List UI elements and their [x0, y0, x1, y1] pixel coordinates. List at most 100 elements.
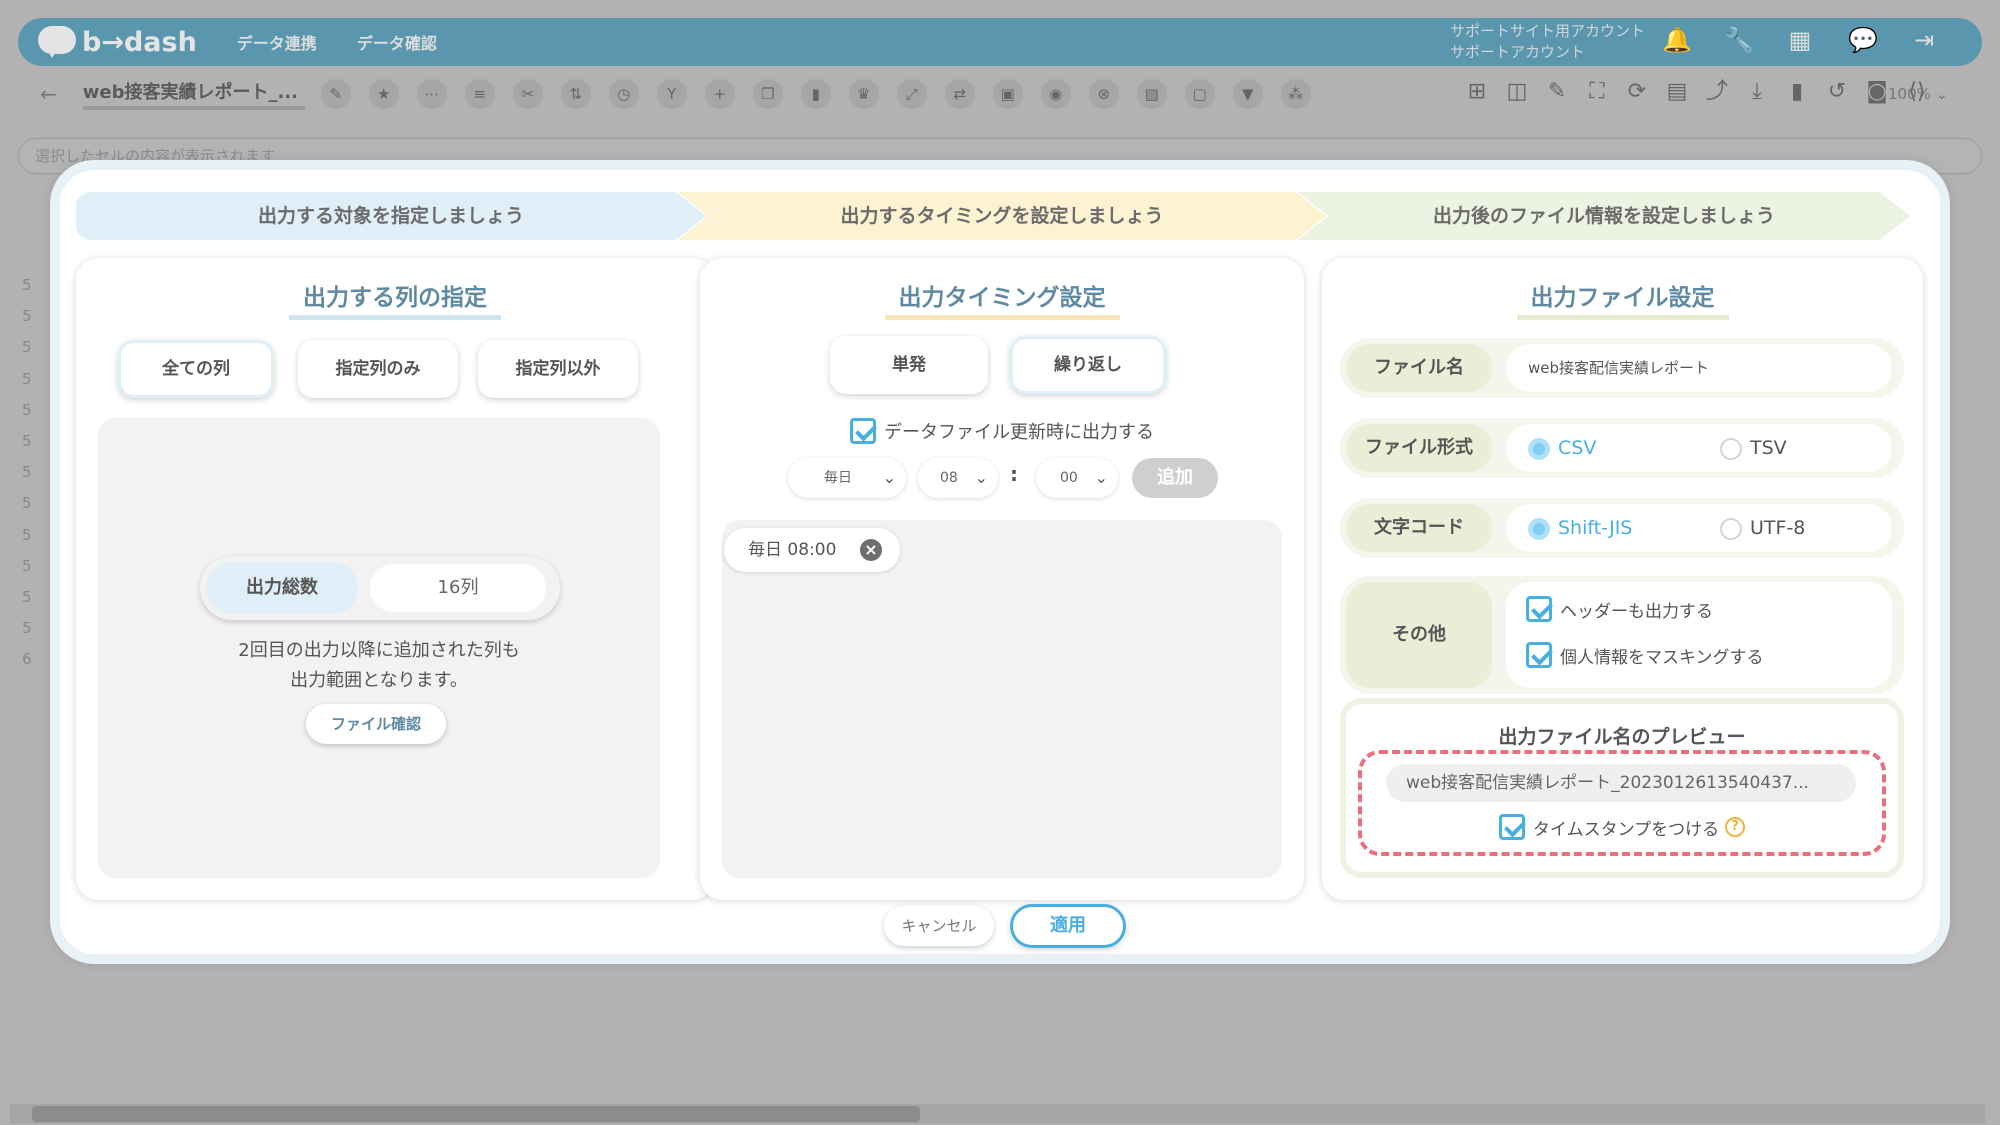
update-trigger-checkbox[interactable] — [850, 418, 876, 444]
header-output-option[interactable]: ヘッダーも出力する — [1526, 596, 1713, 622]
help-icon[interactable]: ? — [1725, 817, 1746, 837]
document-title[interactable]: web接客実績レポート_... — [82, 78, 305, 110]
radio-dot-icon — [1528, 517, 1550, 540]
crown-icon[interactable]: ♛ — [848, 79, 879, 109]
bag-icon[interactable]: ◉ — [1040, 79, 1071, 109]
row-number: 6 — [22, 650, 32, 669]
note-edit-icon[interactable]: ✎ — [1544, 78, 1570, 106]
scrollbar-thumb[interactable] — [32, 1106, 920, 1122]
repeat-button[interactable]: 繰り返し — [1010, 336, 1166, 394]
copy-icon[interactable]: ❐ — [752, 79, 783, 109]
schedule-list — [722, 520, 1282, 878]
encoding-utf8-label: UTF-8 — [1750, 517, 1806, 539]
format-tsv-radio[interactable]: TSV — [1720, 424, 1787, 472]
clipboard-icon[interactable]: ▤ — [1664, 78, 1690, 106]
list-icon[interactable]: ≡ — [464, 79, 495, 109]
preview-filename: web接客配信実績レポート_2023012613540437... — [1386, 764, 1856, 802]
grid-icon[interactable]: ⊞ — [1464, 78, 1490, 106]
cancel-button[interactable]: キャンセル — [884, 906, 994, 946]
header-output-checkbox[interactable] — [1526, 596, 1552, 622]
logout-icon[interactable]: ⇥ — [1910, 26, 1938, 54]
row-number: 5 — [22, 619, 32, 638]
refresh-icon[interactable]: ⟳ — [1624, 78, 1650, 106]
chevron-down-icon: ⌄ — [974, 468, 988, 487]
hour-value: 08 — [940, 470, 958, 486]
zoom-select[interactable]: 100% ⌄ — [1872, 80, 1984, 108]
columns-summary-area: 出力総数 16列 2回目の出力以降に追加された列も 出力範囲となります。 ファイ… — [98, 418, 660, 878]
download-icon[interactable]: ⤓ — [1744, 78, 1770, 106]
columns-note: 2回目の出力以降に追加された列も 出力範囲となります。 — [98, 636, 660, 696]
selected-columns-button[interactable]: 指定列のみ — [298, 340, 458, 398]
plus-icon[interactable]: + — [704, 79, 735, 109]
masking-checkbox[interactable] — [1526, 642, 1552, 668]
remove-schedule-icon[interactable]: × — [860, 539, 882, 561]
split-icon[interactable]: ◫ — [1504, 78, 1530, 106]
tools-icon[interactable]: ✂ — [512, 79, 543, 109]
branch-icon[interactable]: Y — [656, 79, 687, 109]
chat-support-icon[interactable]: 💬 — [1848, 26, 1878, 54]
file-settings-panel: 出力ファイル設定 ファイル名 web接客配信実績レポート ファイル形式 CSV … — [1322, 258, 1923, 900]
history-icon[interactable]: ↺ — [1824, 78, 1850, 106]
schedule-chip: 毎日 08:00 × — [724, 528, 900, 572]
frequency-select[interactable]: 毎日 ⌄ — [788, 458, 906, 498]
hour-select[interactable]: 08 ⌄ — [918, 458, 998, 498]
share-icon[interactable]: ⤴ — [1704, 78, 1730, 106]
timing-panel-title: 出力タイミング設定 — [700, 278, 1304, 320]
timer-icon[interactable]: ◷ — [608, 79, 639, 109]
encoding-utf8-radio[interactable]: UTF-8 — [1720, 504, 1805, 552]
delete-icon[interactable]: ▮ — [800, 79, 831, 109]
group-icon[interactable]: ⁂ — [1280, 79, 1311, 109]
edit-pencil-icon[interactable]: ✎ — [320, 79, 351, 109]
transform-icon[interactable]: ⇅ — [560, 79, 591, 109]
back-arrow-icon[interactable]: ← — [40, 82, 57, 106]
minute-select[interactable]: 00 ⌄ — [1036, 458, 1118, 498]
row-number: 5 — [22, 400, 32, 419]
bell-icon[interactable]: 🔔 — [1662, 26, 1692, 54]
apps-grid-icon[interactable]: ▦ — [1786, 26, 1814, 54]
expand-icon[interactable]: ⤢ — [896, 79, 927, 109]
file-check-button[interactable]: ファイル確認 — [306, 704, 446, 744]
step-2-timing: 出力するタイミングを設定しましょう — [678, 192, 1326, 240]
add-schedule-button[interactable]: 追加 — [1132, 458, 1218, 498]
filter-icon[interactable]: ▼ — [1232, 79, 1263, 109]
row-number: 5 — [22, 588, 32, 607]
swap-icon[interactable]: ⇄ — [944, 79, 975, 109]
image-icon[interactable]: ▧ — [1136, 79, 1167, 109]
more-icon[interactable]: ⋯ — [416, 79, 447, 109]
format-csv-radio[interactable]: CSV — [1528, 424, 1596, 472]
step-3-file-info: 出力後のファイル情報を設定しましょう — [1298, 192, 1910, 240]
close-circle-icon[interactable]: ⊗ — [1088, 79, 1119, 109]
file-panel-title: 出力ファイル設定 — [1322, 278, 1923, 320]
nav-data-integration[interactable]: データ連携 — [237, 30, 317, 54]
trash-icon[interactable]: ▮ — [1784, 78, 1810, 106]
one-time-button[interactable]: 単発 — [830, 336, 988, 394]
update-trigger-option[interactable]: データファイル更新時に出力する — [700, 418, 1304, 444]
masking-label: 個人情報をマスキングする — [1560, 647, 1764, 668]
chevron-down-icon: ⌄ — [1094, 468, 1108, 487]
timestamp-option[interactable]: タイムスタンプをつける? — [1362, 814, 1882, 840]
exclude-columns-button[interactable]: 指定列以外 — [478, 340, 638, 398]
masking-option[interactable]: 個人情報をマスキングする — [1526, 642, 1764, 668]
lock-icon[interactable]: ▣ — [992, 79, 1023, 109]
chevron-down-icon: ⌄ — [882, 468, 896, 487]
brand-logo[interactable]: b→dash — [38, 26, 197, 58]
row-number: 5 — [22, 556, 32, 575]
apply-button[interactable]: 適用 — [1010, 904, 1126, 948]
output-count-value: 16列 — [370, 564, 546, 612]
nav-data-check[interactable]: データ確認 — [357, 30, 437, 54]
encoding-sjis-radio[interactable]: Shift-JIS — [1528, 504, 1632, 552]
timestamp-checkbox[interactable] — [1498, 814, 1525, 840]
all-columns-button[interactable]: 全ての列 — [118, 340, 274, 398]
other-options-label: その他 — [1346, 582, 1492, 688]
account-info[interactable]: サポートサイト用アカウント サポートアカウント — [1450, 21, 1645, 63]
box-icon[interactable]: ▢ — [1184, 79, 1215, 109]
star-icon[interactable]: ★ — [368, 79, 399, 109]
fullscreen-icon[interactable]: ⛶ — [1584, 78, 1610, 106]
filename-input[interactable]: web接客配信実績レポート — [1506, 344, 1892, 392]
account-line-2: サポートアカウント — [1450, 43, 1586, 61]
wrench-icon[interactable]: 🔧 — [1724, 26, 1754, 54]
time-separator: : — [1010, 462, 1018, 486]
filename-row: ファイル名 web接客配信実績レポート — [1340, 338, 1904, 398]
filename-preview: 出力ファイル名のプレビュー web接客配信実績レポート_202301261354… — [1340, 698, 1904, 878]
output-count-label: 出力総数 — [206, 562, 358, 614]
